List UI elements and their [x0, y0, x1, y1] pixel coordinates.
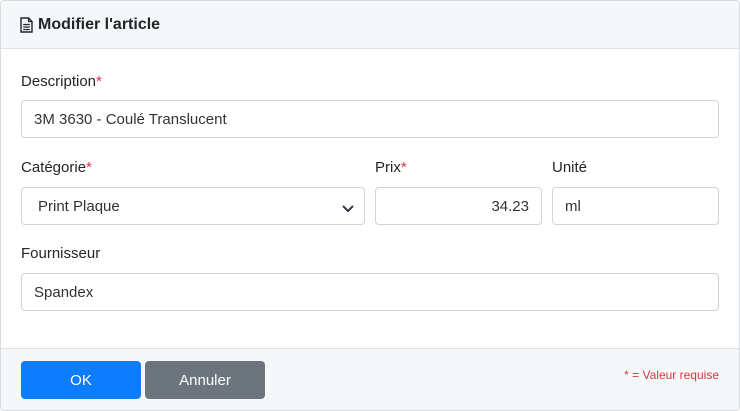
category-label: Catégorie*: [21, 159, 92, 176]
required-fields-note: * = Valeur requise: [624, 368, 719, 382]
unit-label-text: Unité: [552, 159, 588, 176]
required-asterisk: *: [400, 159, 407, 176]
category-select[interactable]: Print Plaque: [21, 187, 365, 225]
description-label-text: Description: [21, 73, 97, 90]
price-label-text: Prix: [375, 159, 401, 176]
price-input[interactable]: 34.23: [375, 187, 542, 225]
chevron-down-icon: [342, 201, 354, 212]
description-input[interactable]: 3M 3630 - Coulé Translucent: [21, 100, 719, 138]
dialog-header: Modifier l'article: [1, 1, 739, 49]
unit-value: ml: [565, 197, 581, 215]
unit-label: Unité: [552, 159, 587, 176]
dialog-footer: OK Annuler * = Valeur requise: [1, 348, 739, 410]
supplier-value: Spandex: [34, 283, 94, 301]
edit-article-dialog: Modifier l'article Description* 3M 3630 …: [0, 0, 740, 411]
dialog-title: Modifier l'article: [38, 15, 161, 33]
supplier-label-text: Fournisseur: [21, 245, 101, 262]
category-label-text: Catégorie: [21, 159, 87, 176]
price-label: Prix*: [375, 159, 407, 176]
price-value: 34.23: [491, 197, 529, 215]
unit-input[interactable]: ml: [552, 187, 719, 225]
description-label: Description*: [21, 73, 102, 90]
category-selected-value: Print Plaque: [38, 197, 120, 215]
supplier-label: Fournisseur: [21, 245, 100, 262]
cancel-button[interactable]: Annuler: [145, 361, 265, 399]
document-icon: [20, 16, 33, 33]
ok-button[interactable]: OK: [21, 361, 141, 399]
required-asterisk: *: [86, 159, 92, 176]
required-asterisk: *: [96, 73, 102, 90]
supplier-input[interactable]: Spandex: [21, 273, 719, 311]
description-value: 3M 3630 - Coulé Translucent: [34, 110, 227, 128]
